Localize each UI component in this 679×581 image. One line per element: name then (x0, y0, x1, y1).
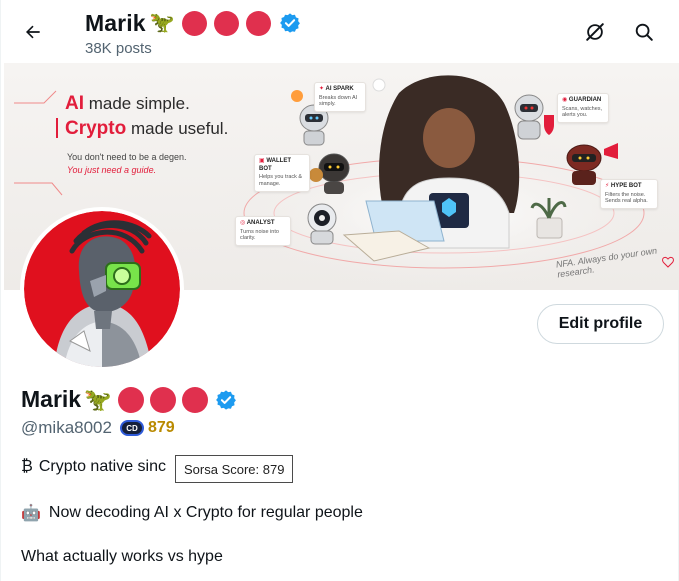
banner-line-2: Crypto made useful. (65, 118, 229, 139)
card-analyst: ◎ ANALYST Turns noise into clarity. (235, 216, 291, 247)
search-button[interactable] (627, 15, 661, 49)
robot-emoji: 🤖 (21, 505, 41, 522)
card-hype-bot: ⚡ HYPE BOT Filters the noise. Sends real… (600, 179, 658, 210)
verified-badge-icon (279, 12, 301, 34)
banner-line-3: You don't need to be a degen. (67, 152, 187, 162)
bio-line-1-text: Crypto native sinc (38, 458, 167, 475)
profile-avatar[interactable] (20, 207, 184, 371)
red-dot-emoji (181, 386, 208, 413)
handle-row: @mika8002 CD 879 (21, 418, 175, 438)
top-bar: Marik 🦖 38K posts (1, 0, 679, 66)
card-ai-spark: ✦ AI SPARK Breaks down AI simply. (314, 82, 366, 113)
no-signal-icon (586, 23, 604, 41)
bio-line-2-text: Now decoding AI x Crypto for regular peo… (48, 504, 363, 521)
verified-badge-icon[interactable] (215, 389, 237, 411)
sorsa-score-value: 879 (147, 419, 175, 436)
profile-name: Marik (21, 386, 82, 412)
sorsa-score-icon: CD (119, 420, 144, 436)
banner-line-1: AI made simple. (65, 93, 190, 114)
avatar-image (24, 211, 180, 367)
profile-name-row: Marik 🦖 (21, 386, 237, 413)
red-dot-emoji (149, 386, 176, 413)
dino-emoji: 🦖 (149, 12, 175, 34)
card-guardian: ◉ GUARDIAN Scans, watches, alerts you. (557, 93, 609, 124)
profile-handle: @mika8002 (21, 418, 112, 437)
header-name: Marik (85, 9, 146, 36)
red-dot-emoji (213, 10, 239, 36)
card-wallet-bot: ▣ WALLET BOT Helps you track & manage. (254, 154, 310, 192)
grok-button[interactable] (578, 15, 612, 49)
bio-line-2: 🤖 Now decoding AI x Crypto for regular p… (21, 503, 363, 523)
sorsa-score-tooltip: Sorsa Score: 879 (175, 455, 294, 483)
bio-line-1: ₿ Crypto native sinc (21, 458, 166, 476)
back-arrow-icon (26, 25, 40, 39)
dino-emoji: 🦖 (84, 386, 112, 412)
profile-page: Marik 🦖 38K posts AI made simple. Crypto… (0, 0, 679, 581)
red-dot-emoji (245, 10, 271, 36)
edit-profile-button[interactable]: Edit profile (537, 304, 664, 344)
header-post-count: 38K posts (85, 40, 152, 57)
header-name-row: Marik 🦖 (85, 8, 301, 38)
sorsa-score-badge[interactable]: CD 879 (119, 419, 175, 437)
bio-line-3: What actually works vs hype (21, 548, 223, 565)
bitcoin-symbol: ₿ (21, 458, 33, 475)
search-icon (635, 23, 653, 41)
banner-line-4: You just need a guide. (67, 165, 157, 175)
red-dot-emoji (117, 386, 144, 413)
back-button[interactable] (15, 14, 51, 50)
red-dot-emoji (181, 10, 207, 36)
